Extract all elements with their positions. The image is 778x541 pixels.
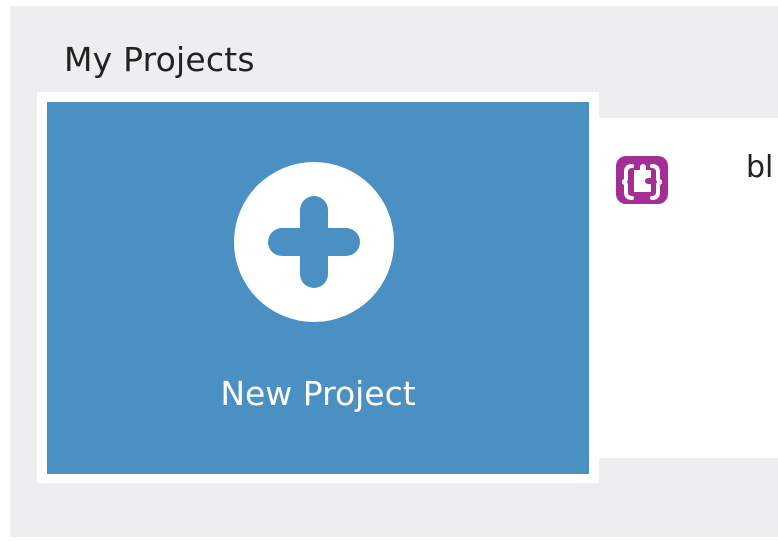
project-name: bl — [746, 150, 774, 185]
new-project-label: New Project — [220, 374, 416, 413]
puzzle-braces-icon — [616, 156, 668, 204]
new-project-button[interactable]: New Project — [47, 102, 589, 474]
new-project-frame: New Project — [37, 92, 599, 483]
project-card[interactable]: bl — [588, 118, 778, 458]
section-title: My Projects — [64, 40, 255, 79]
plus-icon — [234, 162, 394, 322]
